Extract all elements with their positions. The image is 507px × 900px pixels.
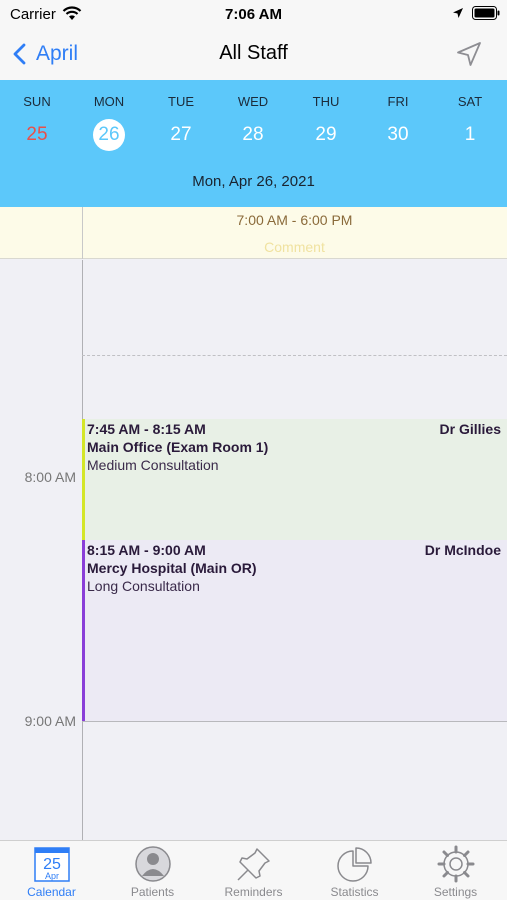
- half-hour-line: [82, 355, 507, 356]
- day-wed[interactable]: WED 28: [217, 80, 289, 160]
- day-sun[interactable]: SUN 25: [1, 80, 73, 160]
- appointment-type: Medium Consultation: [87, 457, 219, 473]
- pie-chart-icon: [337, 847, 372, 882]
- navigation-bar: April All Staff: [0, 30, 507, 80]
- appointment-location: Main Office (Exam Room 1): [87, 439, 269, 455]
- day-name: TUE: [168, 94, 194, 109]
- working-hours-banner[interactable]: 7:00 AM - 6:00 PM Comment: [0, 207, 507, 259]
- person-icon: [135, 846, 171, 882]
- location-services-icon: [453, 8, 463, 18]
- tab-patients[interactable]: Patients: [102, 841, 203, 900]
- appointment-time: 7:45 AM - 8:15 AM: [87, 421, 206, 437]
- day-number: 30: [387, 124, 409, 145]
- tab-bar: 25 Apr Calendar Patients Reminders Stati…: [0, 840, 507, 900]
- day-number: 28: [242, 124, 264, 145]
- battery-icon: [472, 6, 500, 20]
- comment-placeholder[interactable]: Comment: [82, 239, 507, 255]
- day-number: 27: [170, 124, 192, 145]
- day-fri[interactable]: FRI 30: [362, 80, 434, 160]
- day-name: THU: [312, 94, 340, 109]
- working-hours-text: 7:00 AM - 6:00 PM: [236, 212, 353, 228]
- appointment-location: Mercy Hospital (Main OR): [87, 560, 257, 576]
- appointment-doctor: Dr Gillies: [439, 421, 501, 437]
- pin-icon: [237, 848, 270, 881]
- appointment-doctor: Dr McIndoe: [424, 542, 501, 558]
- status-bar: Carrier 7:06 AM: [0, 0, 507, 30]
- day-tue[interactable]: TUE 27: [145, 80, 217, 160]
- tab-label: Statistics: [330, 885, 379, 899]
- calendar-icon-month: Apr: [45, 871, 59, 881]
- tab-statistics[interactable]: Statistics: [304, 841, 405, 900]
- tab-label: Settings: [433, 885, 478, 899]
- day-name: SAT: [457, 94, 483, 109]
- status-time: 7:06 AM: [225, 6, 282, 23]
- day-number: 1: [464, 124, 476, 145]
- appointment-card[interactable]: 8:15 AM - 9:00 AM Dr McIndoe Mercy Hospi…: [82, 540, 507, 721]
- tab-reminders[interactable]: Reminders: [203, 841, 304, 900]
- tab-label: Calendar: [27, 885, 76, 899]
- day-number-selected: 26: [93, 119, 125, 151]
- appointment-type: Long Consultation: [87, 578, 200, 594]
- tab-label: Patients: [130, 885, 175, 899]
- day-name: WED: [237, 94, 269, 109]
- selected-date-label: Mon, Apr 26, 2021: [192, 173, 315, 190]
- week-header: SUN 25 MON 26 TUE 27 WED 28 THU 29 FRI 3…: [0, 80, 507, 207]
- hour-label: 9:00 AM: [24, 713, 76, 729]
- day-number: 25: [26, 124, 48, 145]
- day-name: SUN: [23, 94, 51, 109]
- hour-label: 8:00 AM: [24, 469, 76, 485]
- gear-icon: [437, 845, 475, 883]
- tab-settings[interactable]: Settings: [405, 841, 506, 900]
- day-name: MON: [93, 94, 125, 109]
- page-title: All Staff: [219, 42, 288, 64]
- day-sat[interactable]: SAT 1: [434, 80, 506, 160]
- calendar-icon: 25 Apr: [34, 847, 70, 882]
- day-timeline[interactable]: 8:00 AM 9:00 AM 7:45 AM - 8:15 AM Dr Gil…: [0, 260, 507, 840]
- tab-calendar[interactable]: 25 Apr Calendar: [1, 841, 102, 900]
- day-mon[interactable]: MON 26: [73, 80, 145, 160]
- appointment-color-bar: [82, 540, 85, 721]
- appointment-card[interactable]: 7:45 AM - 8:15 AM Dr Gillies Main Office…: [82, 419, 507, 540]
- location-arrow-icon[interactable]: [455, 40, 483, 68]
- hour-line: [82, 721, 507, 722]
- appointment-time: 8:15 AM - 9:00 AM: [87, 542, 206, 558]
- tab-label: Reminders: [224, 885, 283, 899]
- appointment-color-bar: [82, 419, 85, 540]
- day-number: 29: [315, 124, 337, 145]
- day-thu[interactable]: THU 29: [290, 80, 362, 160]
- day-name: FRI: [387, 94, 409, 109]
